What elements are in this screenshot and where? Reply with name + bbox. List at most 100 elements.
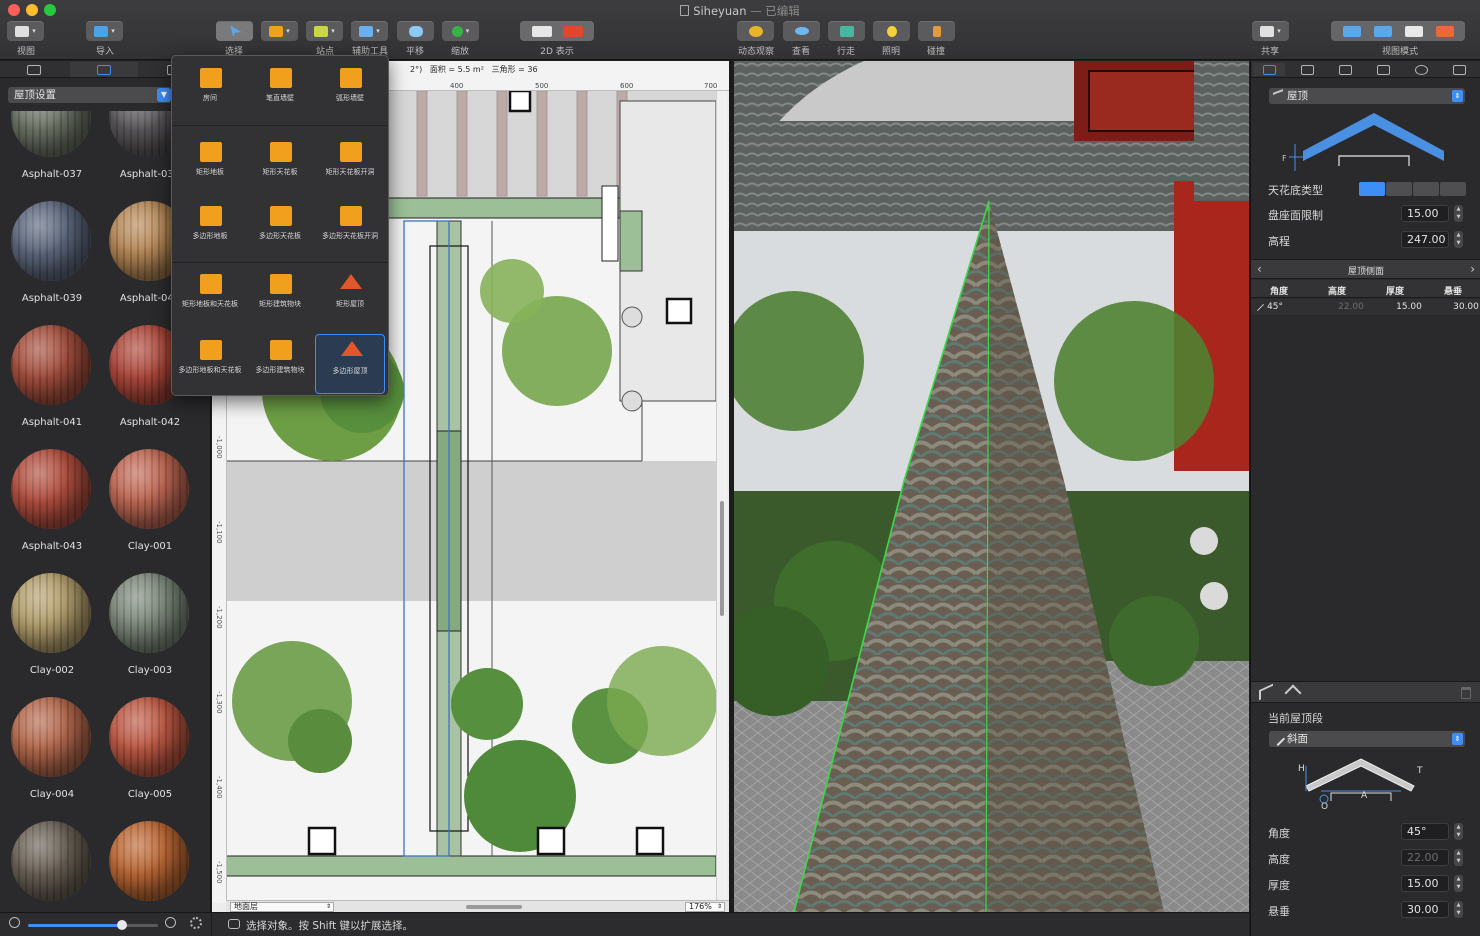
tab-furniture[interactable] [0, 62, 68, 77]
pan-label: 平移 [405, 47, 425, 57]
palette-item[interactable]: 笔直墙壁 [245, 62, 315, 122]
tab-camera[interactable] [1367, 63, 1399, 76]
ceiling-type-option-4[interactable] [1440, 182, 1466, 196]
palette-item[interactable]: 矩形天花板 [245, 136, 315, 196]
zoom-tool-button[interactable]: ▾ [442, 21, 479, 41]
segment-field-stepper[interactable]: ▲ ▼ [1454, 901, 1463, 918]
segment-field-stepper[interactable]: ▲ ▼ [1454, 875, 1463, 892]
material-swatch [11, 573, 91, 653]
trash-icon[interactable] [1461, 687, 1471, 699]
palette-item[interactable]: 多边形天花板 [245, 200, 315, 260]
scrollbar-thumb[interactable] [720, 501, 724, 616]
material-item[interactable]: Clay-003 [98, 573, 196, 697]
segment-field-label: 高度 [1268, 853, 1290, 866]
site-tool-button[interactable]: ▾ [306, 21, 343, 41]
select-tool-button[interactable] [216, 21, 253, 41]
table-row[interactable]: 45° 22.00 15.00 30.00 [1251, 299, 1480, 316]
zoom-level-select[interactable]: 176% ⇕ [685, 902, 725, 912]
palette-item[interactable]: 多边形屋顶 [315, 334, 385, 394]
column-header-height[interactable]: 高度 [1328, 284, 1346, 297]
palette-item[interactable]: 多边形地板和天花板 [175, 334, 245, 394]
look-label: 查看 [791, 47, 811, 57]
elevation-stepper[interactable]: ▲ ▼ [1454, 231, 1463, 248]
3d-view[interactable] [734, 61, 1249, 912]
zoom-in-icon[interactable] [165, 917, 176, 928]
light-button[interactable] [873, 21, 910, 41]
tab-paint[interactable] [1291, 63, 1323, 76]
ceiling-type-option-3[interactable] [1413, 182, 1439, 196]
collision-button[interactable] [918, 21, 955, 41]
palette-item[interactable]: 矩形建筑物块 [245, 268, 315, 328]
material-item[interactable]: Clay-001 [98, 449, 196, 573]
segment-field-input[interactable]: 15.00 [1401, 875, 1449, 892]
3d-scene[interactable] [734, 61, 1249, 912]
tab-materials[interactable] [70, 62, 138, 77]
segment-field-input[interactable]: 30.00 [1401, 901, 1449, 918]
material-item[interactable]: Clay-006 [0, 821, 98, 906]
palette-item[interactable]: 多边形天花板开洞 [315, 200, 385, 260]
building-tool-icon [200, 142, 222, 162]
floor-select[interactable]: 地面层 ⇕ [230, 902, 334, 912]
ceiling-type-option-1[interactable] [1359, 182, 1385, 196]
material-item[interactable]: Asphalt-043 [0, 449, 98, 573]
tab-light[interactable] [1405, 63, 1437, 76]
orbit-button[interactable] [737, 21, 774, 41]
palette-item[interactable]: 矩形地板 [175, 136, 245, 196]
segment-field-input[interactable]: 45° [1401, 823, 1449, 840]
object-type-dropdown[interactable]: 屋顶 ⇕ [1269, 88, 1465, 104]
zoom-out-icon[interactable] [9, 917, 20, 928]
palette-item[interactable]: 矩形屋顶 [315, 268, 385, 328]
build-tool-button[interactable]: ▾ [261, 21, 298, 41]
material-item[interactable]: Clay-004 [0, 697, 98, 821]
gear-icon[interactable] [190, 917, 202, 929]
palette-item[interactable]: 多边形建筑物块 [245, 334, 315, 394]
column-header-thickness[interactable]: 厚度 [1386, 284, 1404, 297]
share-button[interactable]: ▾ [1252, 21, 1289, 41]
tab-house[interactable] [1443, 63, 1475, 76]
palette-item[interactable]: 多边形地板 [175, 200, 245, 260]
material-item[interactable]: Clay-005 [98, 697, 196, 821]
plan-scrollbar-vertical[interactable] [716, 91, 727, 900]
segment-type-dropdown[interactable]: 斜面 ⇕ [1269, 731, 1465, 747]
column-header-overhang[interactable]: 悬垂 [1444, 284, 1462, 297]
ruler-tick: -1,100 [215, 521, 223, 544]
2d-view-button[interactable] [520, 21, 594, 41]
helper-tools-button[interactable]: ▾ [351, 21, 388, 41]
segment-field-stepper[interactable]: ▲ ▼ [1454, 823, 1463, 840]
ceiling-type-option-2[interactable] [1386, 182, 1412, 196]
tab-edit[interactable] [1329, 63, 1361, 76]
add-segment-icon[interactable] [1259, 683, 1273, 701]
palette-item[interactable]: 房间 [175, 62, 245, 122]
plan-scrollbar-horizontal[interactable] [466, 905, 522, 909]
walk-button[interactable] [828, 21, 865, 41]
palette-item[interactable]: 矩形地板和天花板 [175, 268, 245, 328]
palette-item[interactable]: 矩形天花板开洞 [315, 136, 385, 196]
look-button[interactable] [783, 21, 820, 41]
material-category-dropdown[interactable]: 屋顶设置 ▼ [8, 87, 172, 103]
material-item[interactable]: Asphalt-041 [0, 325, 98, 449]
material-item[interactable]: Clay-002 [0, 573, 98, 697]
material-item[interactable]: Asphalt-037 [0, 111, 98, 201]
ceiling-type-label: 天花底类型 [1268, 184, 1323, 197]
palette-item[interactable]: 弧形墙壁 [315, 62, 385, 122]
base-limit-label: 盘座面限制 [1268, 209, 1323, 222]
view-mode-button[interactable] [1331, 21, 1465, 41]
chevron-right-icon[interactable]: › [1470, 262, 1475, 276]
palette-item-label: 多边形天花板 [259, 232, 301, 240]
gable-icon[interactable] [1284, 684, 1302, 702]
base-limit-stepper[interactable]: ▲ ▼ [1454, 205, 1463, 222]
collision-label: 碰撞 [926, 47, 946, 57]
material-item[interactable]: Asphalt-039 [0, 201, 98, 325]
palette-item-label: 矩形天花板 [262, 168, 298, 176]
column-header-angle[interactable]: 角度 [1270, 284, 1288, 297]
elevation-field[interactable]: 247.00 [1401, 231, 1449, 248]
roof-profile-diagram: F [1282, 113, 1444, 171]
slider-knob[interactable] [116, 920, 127, 930]
thumbnail-size-slider[interactable] [28, 920, 158, 930]
material-item[interactable]: Clay-007 [98, 821, 196, 906]
base-limit-field[interactable]: 15.00 [1401, 205, 1449, 222]
tab-roof-info[interactable] [1253, 63, 1285, 76]
pan-button[interactable] [397, 21, 434, 41]
import-button[interactable]: ▾ [86, 21, 123, 41]
view-button[interactable]: ▾ [7, 21, 44, 41]
